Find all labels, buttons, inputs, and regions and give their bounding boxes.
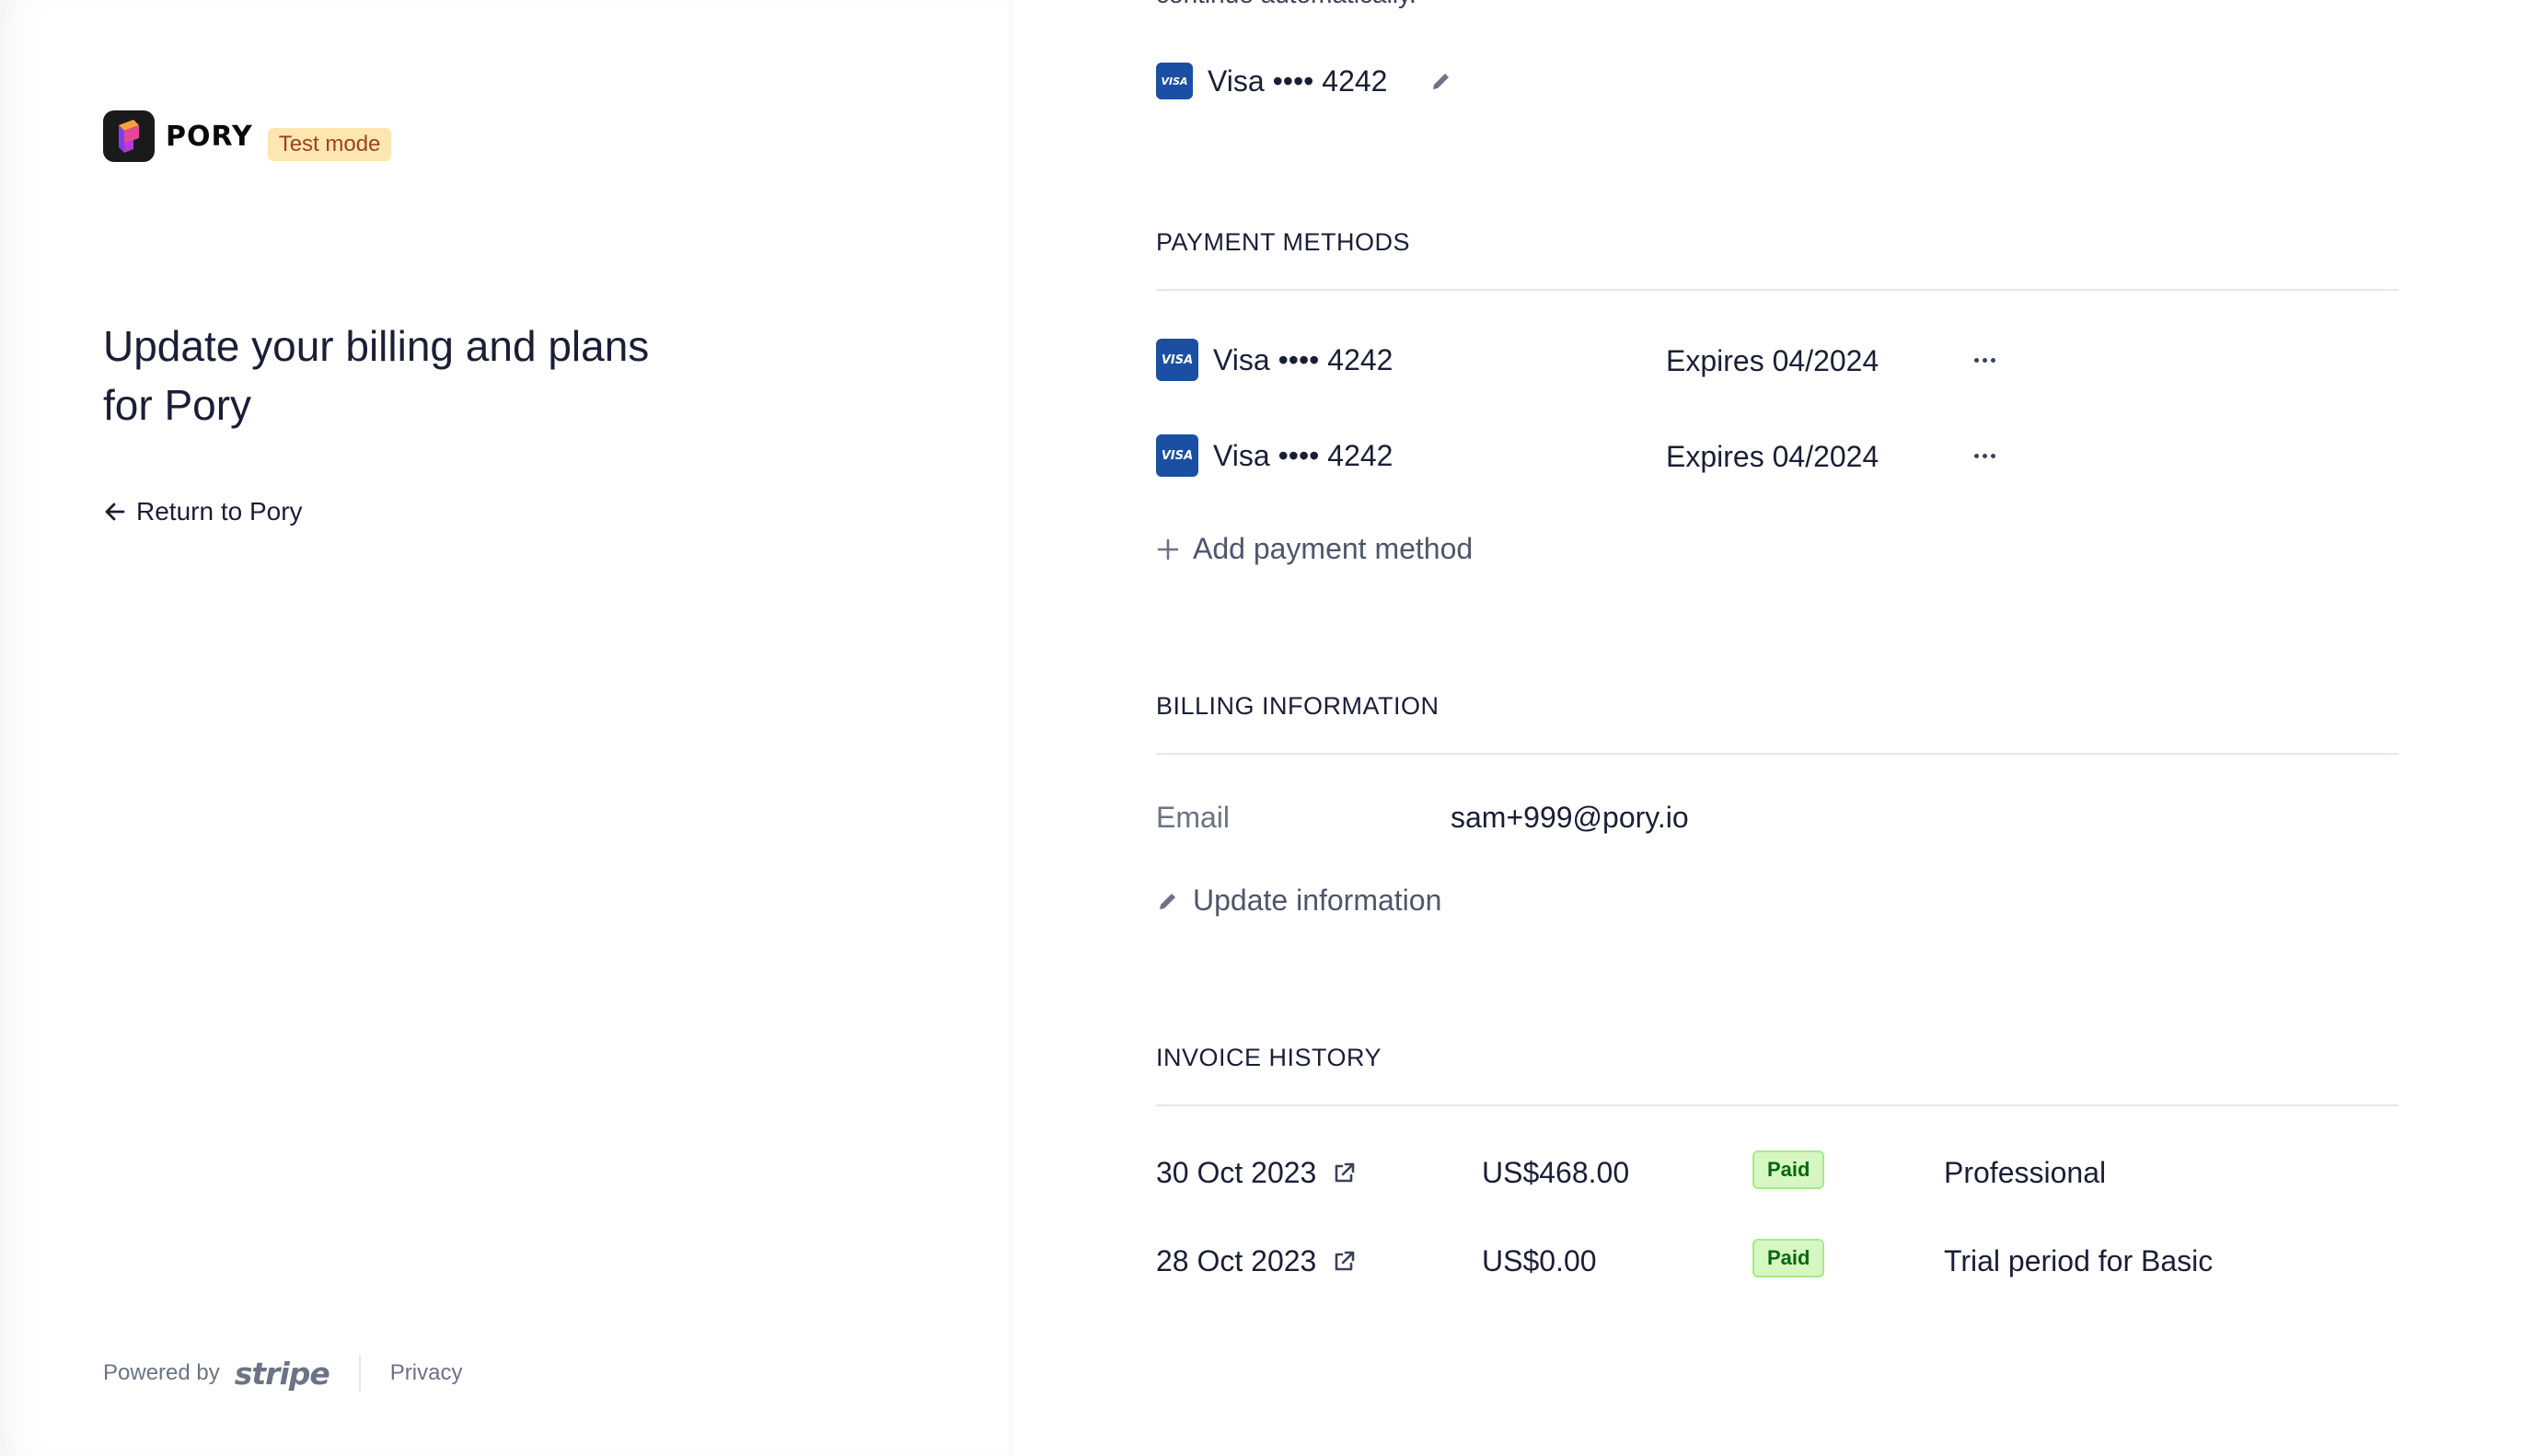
update-information-label: Update information xyxy=(1193,884,1442,917)
stripe-logo[interactable]: stripe xyxy=(235,1356,330,1392)
section-divider xyxy=(1156,1104,2399,1106)
payment-method-row: VISA Visa •••• 4242 xyxy=(1156,339,1393,381)
section-divider xyxy=(1156,289,2399,291)
more-options-icon[interactable] xyxy=(1966,442,2003,469)
brand-wordmark: PORY xyxy=(166,120,253,153)
section-divider xyxy=(1156,753,2399,755)
payment-method-label: Visa •••• 4242 xyxy=(1213,342,1393,376)
footer-divider xyxy=(358,1355,361,1392)
subscription-card: VISA Visa •••• 4242 xyxy=(1156,63,1453,99)
billing-information-title: BILLING INFORMATION xyxy=(1156,692,1440,720)
invoice-amount: US$468.00 xyxy=(1482,1156,1630,1189)
invoice-date-link[interactable]: 28 Oct 2023 xyxy=(1156,1244,1357,1278)
email-value: sam+999@pory.io xyxy=(1451,801,1689,834)
invoice-date: 30 Oct 2023 xyxy=(1156,1156,1317,1189)
visa-icon: VISA xyxy=(1156,434,1198,477)
privacy-link[interactable]: Privacy xyxy=(390,1360,463,1386)
page-title: Update your billing and plans for Pory xyxy=(103,322,650,429)
payment-method-expiry: Expires 04/2024 xyxy=(1666,344,1879,377)
external-link-icon xyxy=(1336,1162,1355,1182)
payment-method-row: VISA Visa •••• 4242 xyxy=(1156,434,1393,477)
invoice-date: 28 Oct 2023 xyxy=(1156,1244,1317,1277)
subscription-card-label: Visa •••• 4242 xyxy=(1208,64,1388,98)
visa-icon: VISA xyxy=(1156,63,1193,99)
test-mode-badge: Test mode xyxy=(267,128,392,161)
email-label: Email xyxy=(1156,801,1231,834)
invoice-description: Professional xyxy=(1944,1156,2107,1189)
payment-methods-title: PAYMENT METHODS xyxy=(1156,228,1411,256)
status-badge: Paid xyxy=(1752,1239,1825,1277)
invoice-history-title: INVOICE HISTORY xyxy=(1156,1044,1382,1071)
return-link[interactable]: Return to Pory xyxy=(103,497,303,526)
pory-logo-icon xyxy=(103,110,155,162)
right-panel: continue automatically. VISA Visa •••• 4… xyxy=(1156,0,2399,1456)
arrow-left-icon xyxy=(105,503,125,521)
edit-pencil-icon xyxy=(1160,893,1175,909)
more-options-icon[interactable] xyxy=(1966,346,2003,374)
external-link-icon xyxy=(1336,1251,1355,1270)
brand: PORY Test mode xyxy=(103,110,392,162)
update-information-button[interactable]: Update information xyxy=(1156,884,1441,918)
add-payment-method-label: Add payment method xyxy=(1193,532,1474,565)
add-payment-method-button[interactable]: Add payment method xyxy=(1156,532,1473,566)
plus-icon xyxy=(1157,538,1179,560)
subscription-note: continue automatically. xyxy=(1156,0,1417,9)
return-link-label: Return to Pory xyxy=(136,497,303,526)
footer: Powered by stripe Privacy xyxy=(103,1355,462,1392)
panel-divider xyxy=(1009,0,1014,1456)
edit-pencil-icon[interactable] xyxy=(1429,69,1453,93)
invoice-description: Trial period for Basic xyxy=(1944,1244,2214,1277)
payment-method-label: Visa •••• 4242 xyxy=(1213,438,1393,472)
invoice-date-link[interactable]: 30 Oct 2023 xyxy=(1156,1156,1357,1190)
payment-method-expiry: Expires 04/2024 xyxy=(1666,440,1879,473)
invoice-amount: US$0.00 xyxy=(1482,1244,1597,1277)
left-panel: PORY Test mode Update your billing and p… xyxy=(0,0,1009,1456)
powered-by-text: Powered by xyxy=(103,1360,220,1385)
visa-icon: VISA xyxy=(1156,339,1198,381)
status-badge: Paid xyxy=(1752,1150,1825,1189)
